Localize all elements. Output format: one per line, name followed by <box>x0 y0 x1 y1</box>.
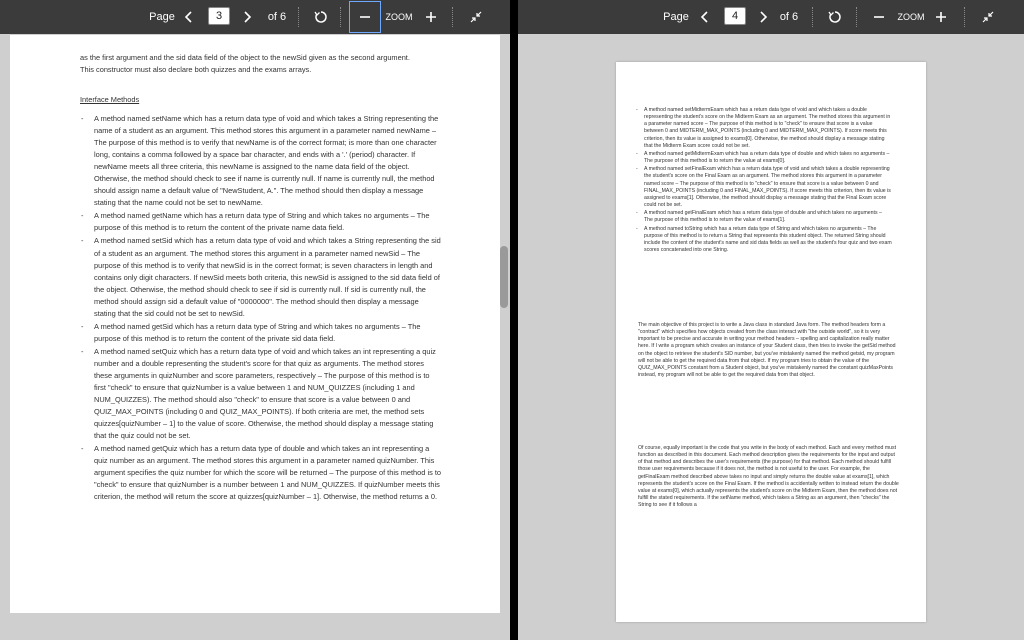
chevron-right-icon <box>760 11 768 23</box>
chevron-left-icon <box>700 11 708 23</box>
method-list: A method named setMidtermExam which has … <box>636 107 892 255</box>
exit-fullscreen-button[interactable] <box>978 0 998 34</box>
list-item: A method named getMidtermExam which has … <box>636 151 892 165</box>
next-page-button[interactable] <box>756 0 772 34</box>
rotate-button[interactable] <box>826 0 844 34</box>
page-count: of 6 <box>267 11 287 23</box>
left-toolbar: Page 3 of 6 ZOOM <box>0 0 510 34</box>
right-toolbar: Page 4 of 6 ZOOM <box>518 0 1024 34</box>
toolbar-divider <box>452 7 454 27</box>
left-pdf-viewer: Page 3 of 6 ZOOM as the first argument a… <box>0 0 510 640</box>
page-label: Page <box>663 11 689 23</box>
toolbar-divider <box>298 7 300 27</box>
toolbar-divider <box>964 7 966 27</box>
page-number-input[interactable]: 3 <box>208 7 230 25</box>
list-item: A method named toString which has a retu… <box>636 226 892 255</box>
page-label: Page <box>149 11 175 23</box>
collapse-icon <box>470 11 482 23</box>
list-item: A method named setFinalExam which has a … <box>636 166 892 209</box>
zoom-out-button[interactable] <box>870 0 888 34</box>
rotate-button[interactable] <box>312 0 330 34</box>
method-list: A method named setName which has a retur… <box>81 113 442 505</box>
rotate-icon <box>314 11 327 23</box>
minus-icon <box>874 16 884 18</box>
zoom-in-button[interactable] <box>422 0 440 34</box>
list-item: A method named setMidtermExam which has … <box>636 107 892 150</box>
zoom-label: ZOOM <box>897 12 925 22</box>
zoom-in-button[interactable] <box>932 0 950 34</box>
toolbar-divider <box>856 7 858 27</box>
document-page: as the first argument and the sid data f… <box>10 35 500 613</box>
rotate-icon <box>828 11 841 23</box>
page-number-input[interactable]: 4 <box>724 7 746 25</box>
right-pdf-viewer: Page 4 of 6 ZOOM A method named setMidte… <box>518 0 1024 640</box>
list-item: A method named setName which has a retur… <box>81 113 442 209</box>
prev-page-button[interactable] <box>180 0 196 34</box>
section-heading: Interface Methods <box>80 95 140 104</box>
chevron-right-icon <box>244 11 252 23</box>
list-item: A method named setQuiz which has a retur… <box>81 346 442 442</box>
intro-text: as the first argument and the sid data f… <box>80 53 410 75</box>
zoom-label: ZOOM <box>385 12 413 22</box>
plus-icon <box>936 12 946 22</box>
split-divider[interactable] <box>510 0 518 640</box>
zoom-out-button[interactable] <box>349 1 381 33</box>
minus-icon <box>360 16 370 18</box>
list-item: A method named setSid which has a return… <box>81 235 442 319</box>
next-page-button[interactable] <box>240 0 256 34</box>
list-item: A method named getQuiz which has a retur… <box>81 443 442 503</box>
plus-icon <box>426 12 436 22</box>
collapse-icon <box>982 11 994 23</box>
list-item: A method named getFinalExam which has a … <box>636 210 892 224</box>
prev-page-button[interactable] <box>696 0 712 34</box>
body-paragraph: The main objective of this project is to… <box>638 322 896 379</box>
page-count: of 6 <box>779 11 799 23</box>
chevron-left-icon <box>184 11 192 23</box>
body-paragraph: Of course, equally important is the code… <box>638 445 899 509</box>
toolbar-divider <box>340 7 342 27</box>
toolbar-divider <box>812 7 814 27</box>
scrollbar-thumb[interactable] <box>500 246 508 308</box>
list-item: A method named getName which has a retur… <box>81 210 442 234</box>
exit-fullscreen-button[interactable] <box>466 0 486 34</box>
document-page: A method named setMidtermExam which has … <box>616 62 926 622</box>
list-item: A method named getSid which has a return… <box>81 321 442 345</box>
